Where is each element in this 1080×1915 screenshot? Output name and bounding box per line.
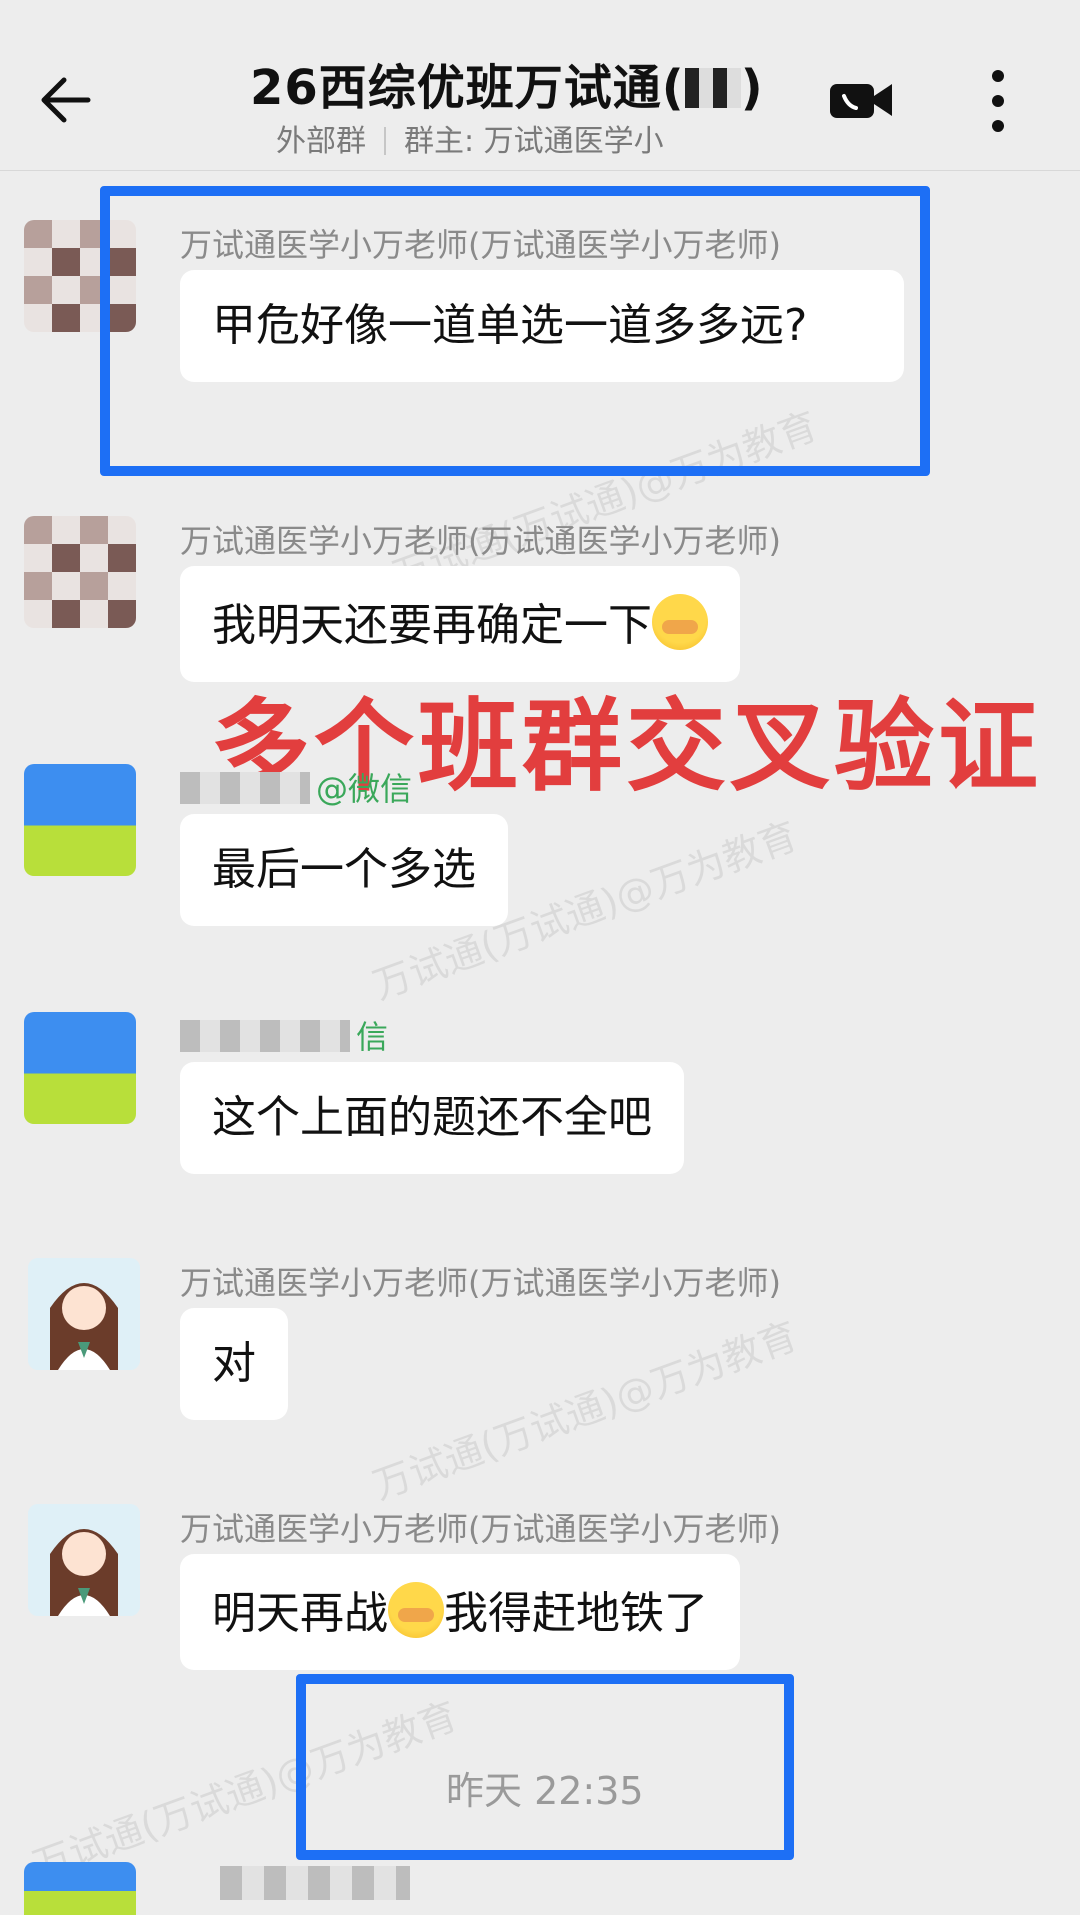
avatar[interactable] — [24, 516, 136, 628]
message-bubble[interactable]: 明天再战 我得赶地铁了 — [180, 1554, 740, 1670]
sender-name: 万试通医学小万老师(万试通医学小万老师) — [180, 1264, 781, 1302]
sender-name: 万试通医学小万老师(万试通医学小万老师) — [180, 1510, 781, 1548]
highlight-box — [100, 186, 930, 476]
sender-name: 信 — [180, 1012, 388, 1058]
facepalm-emoji-icon — [652, 594, 708, 650]
facepalm-emoji-icon — [388, 1582, 444, 1638]
blurred-name — [180, 772, 310, 804]
chat-title: 26西综优班万试通() — [250, 60, 764, 116]
avatar[interactable] — [24, 1862, 136, 1915]
avatar[interactable] — [24, 1012, 136, 1124]
more-vertical-icon[interactable] — [990, 70, 1006, 132]
doctor-avatar-icon — [28, 1258, 140, 1370]
blurred-name — [220, 1866, 410, 1900]
avatar[interactable] — [24, 764, 136, 876]
avatar[interactable] — [28, 1504, 140, 1616]
message-bubble[interactable]: 最后一个多选 — [180, 814, 508, 926]
message-bubble[interactable]: 这个上面的题还不全吧 — [180, 1062, 684, 1174]
watermark: 万试通(万试通)@万为教育 — [367, 1313, 803, 1509]
blurred-name — [180, 1020, 350, 1052]
chat-header: 26西综优班万试通() 外部群 群主: 万试通医学小 — [0, 0, 1080, 171]
message-bubble[interactable]: 对 — [180, 1308, 288, 1420]
timestamp: 昨天 22:35 — [446, 1769, 644, 1813]
arrow-left-icon[interactable] — [38, 72, 94, 128]
divider — [384, 127, 386, 155]
avatar[interactable] — [28, 1258, 140, 1370]
chat-subtitle: 外部群 群主: 万试通医学小 — [276, 116, 664, 160]
sender-name: @微信 — [180, 764, 412, 810]
doctor-avatar-icon — [28, 1504, 140, 1616]
sender-name: 万试通医学小万老师(万试通医学小万老师) — [180, 522, 781, 560]
external-group-label: 外部群 — [276, 124, 366, 159]
video-call-icon[interactable] — [828, 76, 894, 124]
group-owner-label: 群主: 万试通医学小 — [404, 124, 664, 159]
